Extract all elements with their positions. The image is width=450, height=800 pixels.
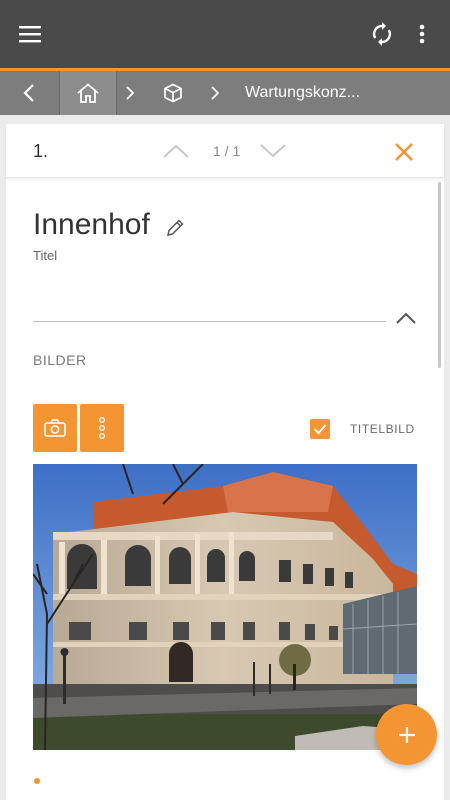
title-image-label: TITELBILD bbox=[350, 422, 415, 436]
pager-position: 1 / 1 bbox=[213, 143, 241, 159]
app-toolbar bbox=[0, 0, 450, 68]
next-item-button[interactable] bbox=[258, 136, 288, 166]
menu-icon bbox=[19, 26, 41, 43]
close-button[interactable] bbox=[390, 138, 418, 166]
chevron-up-icon bbox=[396, 312, 416, 324]
breadcrumb-home[interactable] bbox=[59, 71, 117, 115]
more-vertical-icon bbox=[419, 24, 425, 44]
add-photo-button[interactable] bbox=[33, 404, 77, 452]
carousel-indicator[interactable] bbox=[34, 778, 40, 784]
more-vertical-icon bbox=[99, 417, 105, 439]
breadcrumb-separator bbox=[205, 71, 225, 115]
pencil-icon[interactable] bbox=[164, 217, 186, 239]
more-options-button[interactable] bbox=[404, 14, 440, 54]
camera-icon bbox=[44, 419, 66, 437]
section-divider bbox=[33, 321, 386, 322]
title-field-label: Titel bbox=[33, 248, 58, 263]
images-section-label: BILDER bbox=[33, 352, 87, 368]
title-image-checkbox[interactable] bbox=[310, 419, 330, 439]
sync-icon bbox=[372, 22, 392, 46]
chevron-right-icon bbox=[211, 86, 219, 100]
record-title: Innenhof bbox=[33, 208, 150, 241]
breadcrumb-current[interactable]: Wartungskonz... bbox=[245, 71, 360, 115]
sync-button[interactable] bbox=[362, 14, 402, 54]
photo-image bbox=[33, 464, 417, 750]
previous-item-button[interactable] bbox=[161, 136, 191, 166]
breadcrumb-object[interactable] bbox=[152, 71, 194, 115]
image-options-button[interactable] bbox=[80, 404, 124, 452]
menu-button[interactable] bbox=[10, 14, 50, 54]
collapse-section-button[interactable] bbox=[394, 306, 418, 330]
add-button[interactable] bbox=[376, 704, 437, 765]
chevron-left-icon bbox=[23, 84, 34, 102]
chevron-up-icon bbox=[163, 144, 189, 158]
scrollbar[interactable] bbox=[438, 182, 441, 368]
chevron-right-icon bbox=[126, 86, 134, 100]
chevron-down-icon bbox=[260, 144, 286, 158]
cube-icon bbox=[164, 83, 182, 103]
detail-card: 1. 1 / 1 Innenhof Titel BILDER TITELBILD bbox=[6, 124, 444, 800]
pager-header: 1. 1 / 1 bbox=[6, 124, 444, 178]
home-icon bbox=[77, 83, 99, 103]
courtyard-photo[interactable] bbox=[33, 464, 417, 750]
breadcrumb-separator bbox=[120, 71, 140, 115]
back-button[interactable] bbox=[0, 71, 58, 115]
item-number: 1. bbox=[33, 141, 49, 161]
plus-icon bbox=[398, 726, 415, 743]
check-icon bbox=[313, 424, 327, 435]
close-icon bbox=[395, 143, 413, 161]
breadcrumb: Wartungskonz... bbox=[0, 71, 450, 115]
